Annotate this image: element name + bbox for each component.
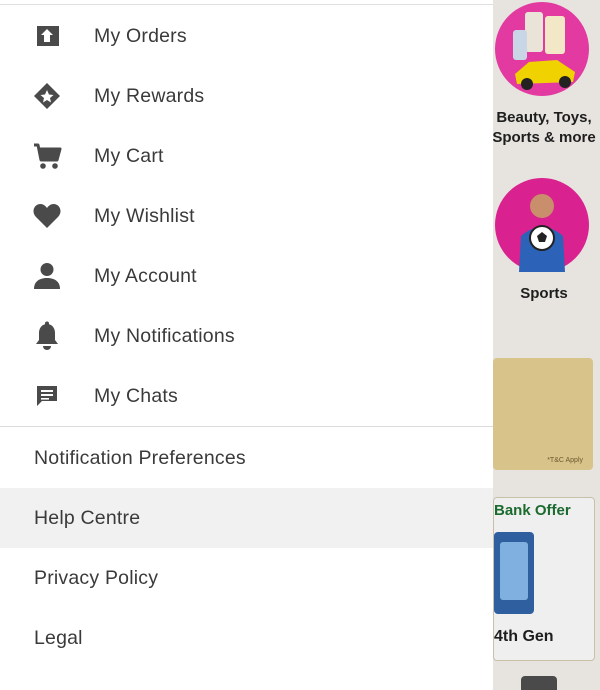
menu-item-my-wishlist[interactable]: My Wishlist [0,186,493,246]
menu-label: My Wishlist [94,204,195,227]
rewards-icon [31,80,63,112]
menu-item-my-chats[interactable]: My Chats [0,366,493,426]
person-icon [31,260,63,292]
cart-icon [31,140,63,172]
category-label-sports[interactable]: Sports [488,284,600,304]
link-privacy-policy[interactable]: Privacy Policy [0,548,493,608]
menu-item-my-account[interactable]: My Account [0,246,493,306]
category-label-beauty[interactable]: Beauty, Toys, Sports & more [488,108,600,148]
menu-label: My Cart [94,144,164,167]
link-legal[interactable]: Legal [0,608,493,668]
menu-item-my-orders[interactable]: My Orders [0,6,493,66]
link-help-centre[interactable]: Help Centre [0,488,493,548]
chat-icon [31,380,63,412]
menu-label: My Chats [94,384,178,407]
offer-title: Bank Offer [494,502,571,519]
menu-item-my-notifications[interactable]: My Notifications [0,306,493,366]
gamepad-icon[interactable] [521,676,557,690]
menu-label: My Account [94,264,197,287]
menu-label: My Orders [94,24,187,47]
menu-label: My Notifications [94,324,235,347]
orders-icon [31,20,63,52]
promo-banner[interactable]: *T&C Apply [493,358,593,470]
link-label: Privacy Policy [34,566,159,589]
category-image-beauty[interactable] [495,2,589,96]
menu-item-my-rewards[interactable]: My Rewards [0,66,493,126]
link-label: Help Centre [34,506,141,529]
menu-label: My Rewards [94,84,205,107]
promo-terms: *T&C Apply [547,457,583,464]
category-image-sports[interactable] [495,178,589,272]
drawer-top-divider [0,4,493,5]
link-label: Notification Preferences [34,446,246,469]
link-notification-preferences[interactable]: Notification Preferences [0,428,493,488]
section-divider [0,426,493,427]
heart-icon [31,200,63,232]
navigation-drawer: My Orders My Rewards My Cart My Wishlist… [0,0,493,690]
offer-product-name: 4th Gen [494,628,554,645]
link-label: Legal [34,626,83,649]
menu-item-my-cart[interactable]: My Cart [0,126,493,186]
offer-product-image [494,532,534,614]
bell-icon [31,320,63,352]
bank-offer-card[interactable]: Bank Offer 4th Gen [493,497,595,661]
